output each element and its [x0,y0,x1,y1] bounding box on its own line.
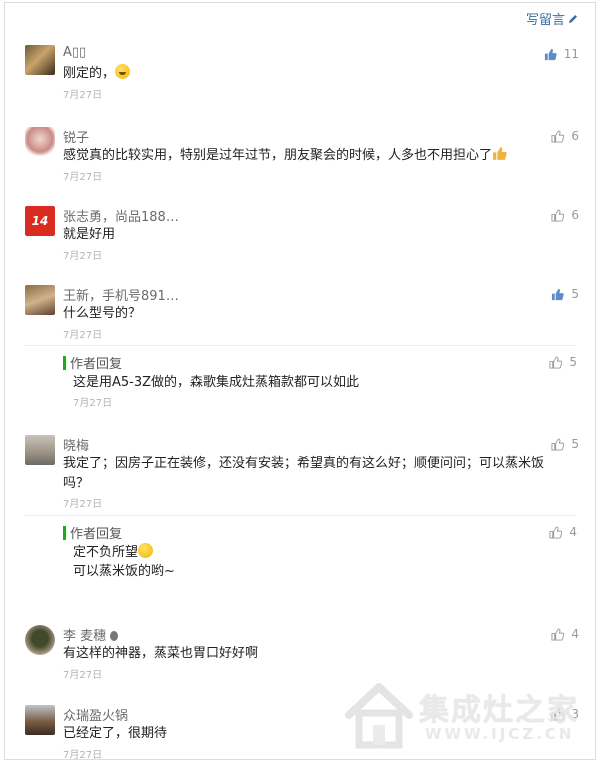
thumbs-up-outline-icon [549,525,563,539]
comment-text: 就是好用 [63,227,116,242]
write-comment-button[interactable]: 写留言 [526,9,579,28]
reply-like-button[interactable]: 4 [549,525,577,539]
like-count: 4 [569,525,577,539]
comment-date: 7月27日 [63,670,103,681]
like-count: 5 [571,287,579,301]
avatar[interactable] [25,127,55,157]
divider [25,515,575,516]
thumbs-up-outline-icon [551,208,565,222]
comment-author[interactable]: 王新，手机号891… [63,285,179,304]
thumbs-up-outline-icon [549,355,563,369]
like-count: 5 [571,437,579,451]
reply-indicator-bar [63,526,66,540]
pencil-icon [569,14,577,23]
reply-text: 可以蒸米饭的哟~ [73,564,175,579]
avatar[interactable] [25,45,55,75]
like-count: 6 [571,208,579,222]
reply-indicator-bar [63,356,66,370]
like-count: 5 [569,355,577,369]
comment-author[interactable]: 李 麦穗 [63,625,119,644]
avatar[interactable] [25,625,55,655]
thumbs-up-outline-icon [551,437,565,451]
like-button[interactable]: 6 [551,129,579,143]
avatar[interactable] [25,285,55,315]
comment-text: 有这样的神器，蒸菜也胃口好好啊 [63,646,259,661]
like-button[interactable]: 5 [551,437,579,451]
author-reply: 作者回复 这是用A5-3Z做的，森歌集成灶蒸箱款都可以如此 7月27日 [63,353,583,413]
avatar[interactable] [25,705,55,735]
smile-emoji-icon [138,543,154,558]
comment-date: 7月27日 [63,499,103,510]
comment-author[interactable]: 张志勇，尚品188… [63,206,179,225]
comment-text: 我定了；因房子正在装修，还没有安装；希望真的有这么好；顺便问问；可以蒸米饭吗？ [63,456,545,491]
balloon-icon [110,631,119,641]
reply-like-button[interactable]: 5 [549,355,577,369]
author-reply: 作者回复 定不负所望 可以蒸米饭的哟~ [63,523,583,585]
comment-date: 7月27日 [63,172,103,183]
comment-author[interactable]: 晓梅 [63,435,89,454]
comment-author[interactable]: 众瑞盈火锅 [63,705,128,724]
like-button[interactable]: 4 [551,627,579,641]
watermark-logo: 集成灶之家 WWW.IJCZ.CN [343,675,589,755]
divider [25,345,575,346]
comment-text: 感觉真的比较实用，特别是过年过节，朋友聚会的时候，人多也不用担心了 [63,146,557,166]
comment-panel: 写留言 A▯▯ 刚定的， 7月27日 11 锐子 感觉真的比较实用，特别是过年过… [4,2,596,760]
comment-text: 刚定的， [63,64,557,84]
like-count: 11 [563,47,579,61]
thumbs-up-emoji-icon [493,147,507,160]
thumbs-up-outline-icon [551,129,565,143]
avatar[interactable]: 14 [25,206,55,236]
watermark-title: 集成灶之家 [419,693,579,728]
comment-date: 7月27日 [63,90,103,101]
reply-text: 定不负所望 [73,543,154,562]
thumbs-up-outline-icon [551,627,565,641]
like-button[interactable]: 11 [544,47,579,61]
reply-text: 这是用A5-3Z做的，森歌集成灶蒸箱款都可以如此 [73,375,360,390]
watermark-url: WWW.IJCZ.CN [425,725,575,743]
reply-title: 作者回复 [70,527,123,542]
like-button[interactable]: 6 [551,208,579,222]
comment-text: 什么型号的？ [63,306,142,321]
house-logo-icon [345,683,413,749]
thumbs-up-filled-icon [552,288,565,300]
avatar[interactable] [25,435,55,465]
comment-author[interactable]: 锐子 [63,127,89,146]
comment-date: 7月27日 [63,750,103,760]
thumbs-up-filled-icon [544,48,557,60]
comment-date: 7月27日 [63,330,103,341]
comment-author[interactable]: A▯▯ [63,45,86,60]
reply-title: 作者回复 [70,357,123,372]
like-count: 4 [571,627,579,641]
reply-date: 7月27日 [73,398,113,409]
like-count: 6 [571,129,579,143]
like-button[interactable]: 5 [551,287,579,301]
grin-emoji-icon [115,64,131,79]
write-comment-label: 写留言 [525,13,565,28]
comment-date: 7月27日 [63,251,103,262]
